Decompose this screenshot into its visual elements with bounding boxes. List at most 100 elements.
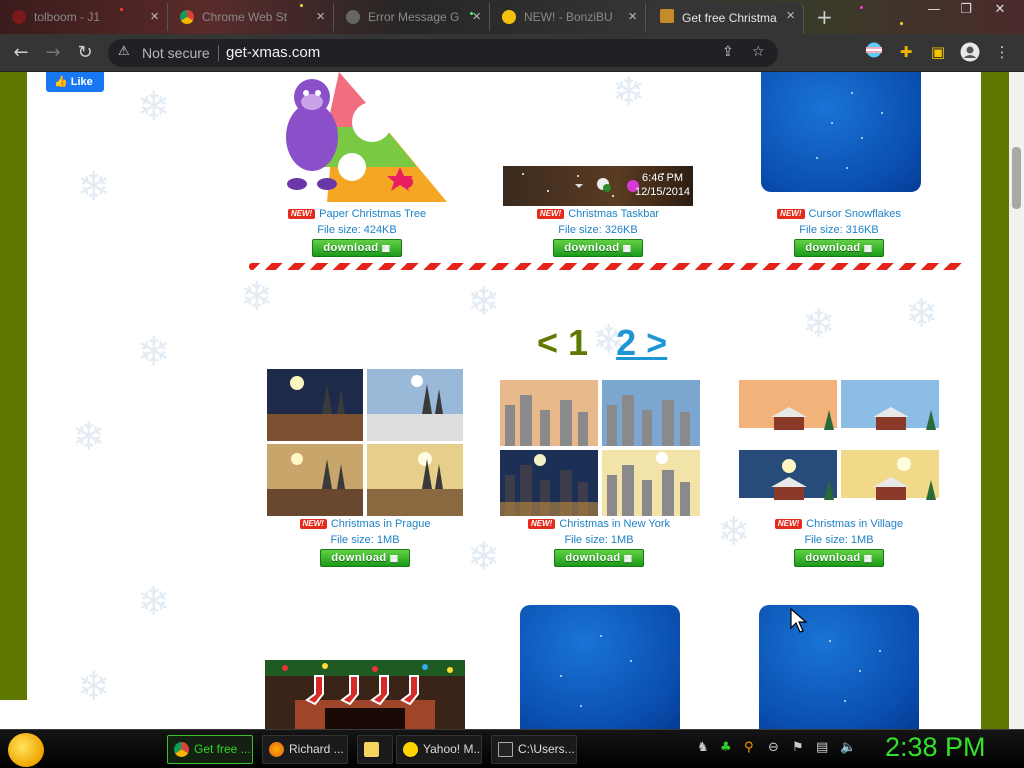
tab-1[interactable]: tolboom - J1 × — [0, 3, 168, 31]
tab-active[interactable]: Get free Christma × — [648, 2, 804, 34]
christmas-village-thumbnail[interactable] — [739, 380, 939, 516]
tray-dancer-icon[interactable]: ♞ — [697, 740, 709, 755]
close-icon[interactable]: × — [316, 8, 325, 25]
item-name-link[interactable]: Christmas in Prague — [331, 518, 431, 530]
new-badge: NEW! — [299, 519, 327, 529]
current-page: 1 — [568, 322, 589, 363]
close-icon[interactable]: × — [628, 8, 637, 25]
christmas-prague-thumbnail[interactable] — [267, 369, 463, 516]
christmas-new-york-thumbnail[interactable] — [500, 380, 700, 516]
tray-search-icon[interactable]: ⚲ — [744, 740, 754, 755]
start-button[interactable] — [8, 733, 44, 767]
snowflake-decoration: ❄ — [905, 291, 939, 337]
mouse-cursor-icon — [790, 608, 808, 633]
taskbar-label: Yahoo! M... — [423, 742, 482, 756]
snowflake-decoration: ❄ — [467, 534, 501, 580]
taskbar-command-prompt[interactable]: C:\Users... — [491, 735, 577, 764]
close-icon[interactable]: × — [150, 8, 159, 25]
new-badge: NEW! — [777, 209, 805, 219]
scrollbar[interactable] — [1009, 72, 1024, 729]
tab-4[interactable]: NEW! - BonziBU × — [490, 3, 646, 31]
download-button[interactable]: download — [794, 239, 884, 257]
item-name-link[interactable]: Christmas in New York — [559, 518, 670, 530]
prev-page-link[interactable]: < — [537, 322, 558, 363]
file-size: File size: 1MB — [564, 534, 634, 546]
tray-tree-icon[interactable]: ♣ — [720, 740, 732, 755]
forward-button[interactable]: → — [40, 40, 66, 66]
taskbar-label: Richard ... — [289, 742, 344, 756]
tab-label: NEW! - BonziBU — [524, 10, 613, 24]
share-icon[interactable]: ⇪ — [722, 44, 734, 60]
folder-icon — [364, 742, 379, 757]
minimize-button[interactable]: — — [918, 0, 950, 20]
paper-tree-thumbnail[interactable] — [267, 72, 447, 202]
taskbar-clock[interactable]: 2:38 PM — [885, 732, 986, 763]
facebook-like-button[interactable]: 👍 Like — [46, 72, 104, 92]
taskbar: Get free ... Richard ... Yahoo! M... C:\… — [0, 729, 1024, 768]
preview-time: 6:46 PM — [642, 172, 684, 184]
download-button[interactable]: download — [320, 549, 410, 567]
christmas-taskbar-thumbnail[interactable]: 6:46 PM 12/15/2014 — [503, 166, 693, 206]
tab-2[interactable]: Chrome Web St × — [168, 3, 334, 31]
tray-network-icon[interactable]: ▤ — [816, 740, 828, 755]
chrome-webstore-icon — [180, 10, 194, 24]
item-name-link[interactable]: Paper Christmas Tree — [319, 208, 426, 220]
cursor-snowflakes-thumbnail[interactable] — [761, 72, 921, 192]
profile-flag-icon[interactable] — [864, 42, 884, 62]
firefox-icon — [269, 742, 284, 757]
taskbar-chrome[interactable]: Get free ... — [167, 735, 253, 764]
taskbar-label: C:\Users... — [518, 742, 575, 756]
url-text[interactable]: get-xmas.com — [226, 44, 320, 61]
tray-volume-icon[interactable]: 🔈 — [840, 740, 856, 755]
reload-button[interactable]: ↻ — [72, 40, 98, 66]
download-button[interactable]: download — [794, 549, 884, 567]
new-badge: NEW! — [774, 519, 803, 529]
side-panel-icon[interactable]: ▣ — [928, 42, 948, 62]
fireplace-stockings-thumbnail[interactable] — [265, 660, 465, 729]
bookmark-star-icon[interactable]: ☆ — [752, 44, 765, 60]
like-label[interactable]: Like — [71, 76, 93, 88]
taskbar-explorer[interactable] — [357, 735, 393, 764]
security-label[interactable]: Not secure — [142, 45, 210, 61]
restore-button[interactable]: ❐ — [950, 0, 982, 20]
scrollbar-thumb[interactable] — [1012, 147, 1021, 209]
close-icon[interactable]: × — [786, 7, 795, 24]
extensions-puzzle-icon[interactable]: ✚ — [896, 42, 916, 62]
new-tab-button[interactable]: + — [816, 5, 833, 29]
address-bar[interactable]: ⚠ Not secure get-xmas.com ⇪ ☆ — [108, 39, 778, 67]
item-christmas-taskbar: NEW! Christmas Taskbar File size: 326KB d… — [498, 206, 698, 257]
snow-blue-thumbnail[interactable] — [520, 605, 680, 729]
warning-icon[interactable]: ⚠ — [118, 44, 130, 59]
taskbar-label: Get free ... — [194, 742, 251, 756]
tab-label: Get free Christma — [682, 11, 777, 25]
account-avatar-icon[interactable] — [960, 42, 980, 62]
tab-label: Error Message G — [368, 10, 460, 24]
file-size: File size: 424KB — [317, 224, 397, 236]
divider — [218, 45, 219, 61]
next-page-link[interactable]: 2 > — [616, 322, 667, 363]
close-icon[interactable]: × — [472, 8, 481, 25]
taskbar-yahoo-messenger[interactable]: Yahoo! M... — [396, 735, 482, 764]
item-name-link[interactable]: Cursor Snowflakes — [809, 208, 901, 220]
item-christmas-in-new-york: NEW! Christmas in New York File size: 1MB… — [499, 516, 699, 567]
menu-kebab-icon[interactable]: ⋮ — [992, 42, 1012, 62]
sparkle — [860, 6, 863, 9]
item-name-link[interactable]: Christmas in Village — [806, 518, 903, 530]
taskbar-firefox[interactable]: Richard ... — [262, 735, 348, 764]
file-size: File size: 316KB — [799, 224, 879, 236]
download-button[interactable]: download — [554, 549, 644, 567]
snow-blue-thumbnail[interactable] — [759, 605, 919, 729]
close-window-button[interactable]: ✕ — [984, 0, 1016, 20]
file-size: File size: 1MB — [804, 534, 874, 546]
yahoo-smiley-icon — [403, 742, 418, 757]
download-button[interactable]: download — [553, 239, 643, 257]
bonzi-icon — [502, 10, 516, 24]
globe-icon — [346, 10, 360, 24]
download-button[interactable]: download — [312, 239, 402, 257]
tab-3[interactable]: Error Message G × — [334, 3, 490, 31]
back-button[interactable]: ← — [8, 40, 34, 66]
tray-flag-icon[interactable]: ⚑ — [792, 740, 804, 755]
tray-circle-icon[interactable]: ⊖ — [768, 740, 779, 755]
item-name-link[interactable]: Christmas Taskbar — [568, 208, 659, 220]
xmas-favicon-icon — [660, 9, 674, 23]
